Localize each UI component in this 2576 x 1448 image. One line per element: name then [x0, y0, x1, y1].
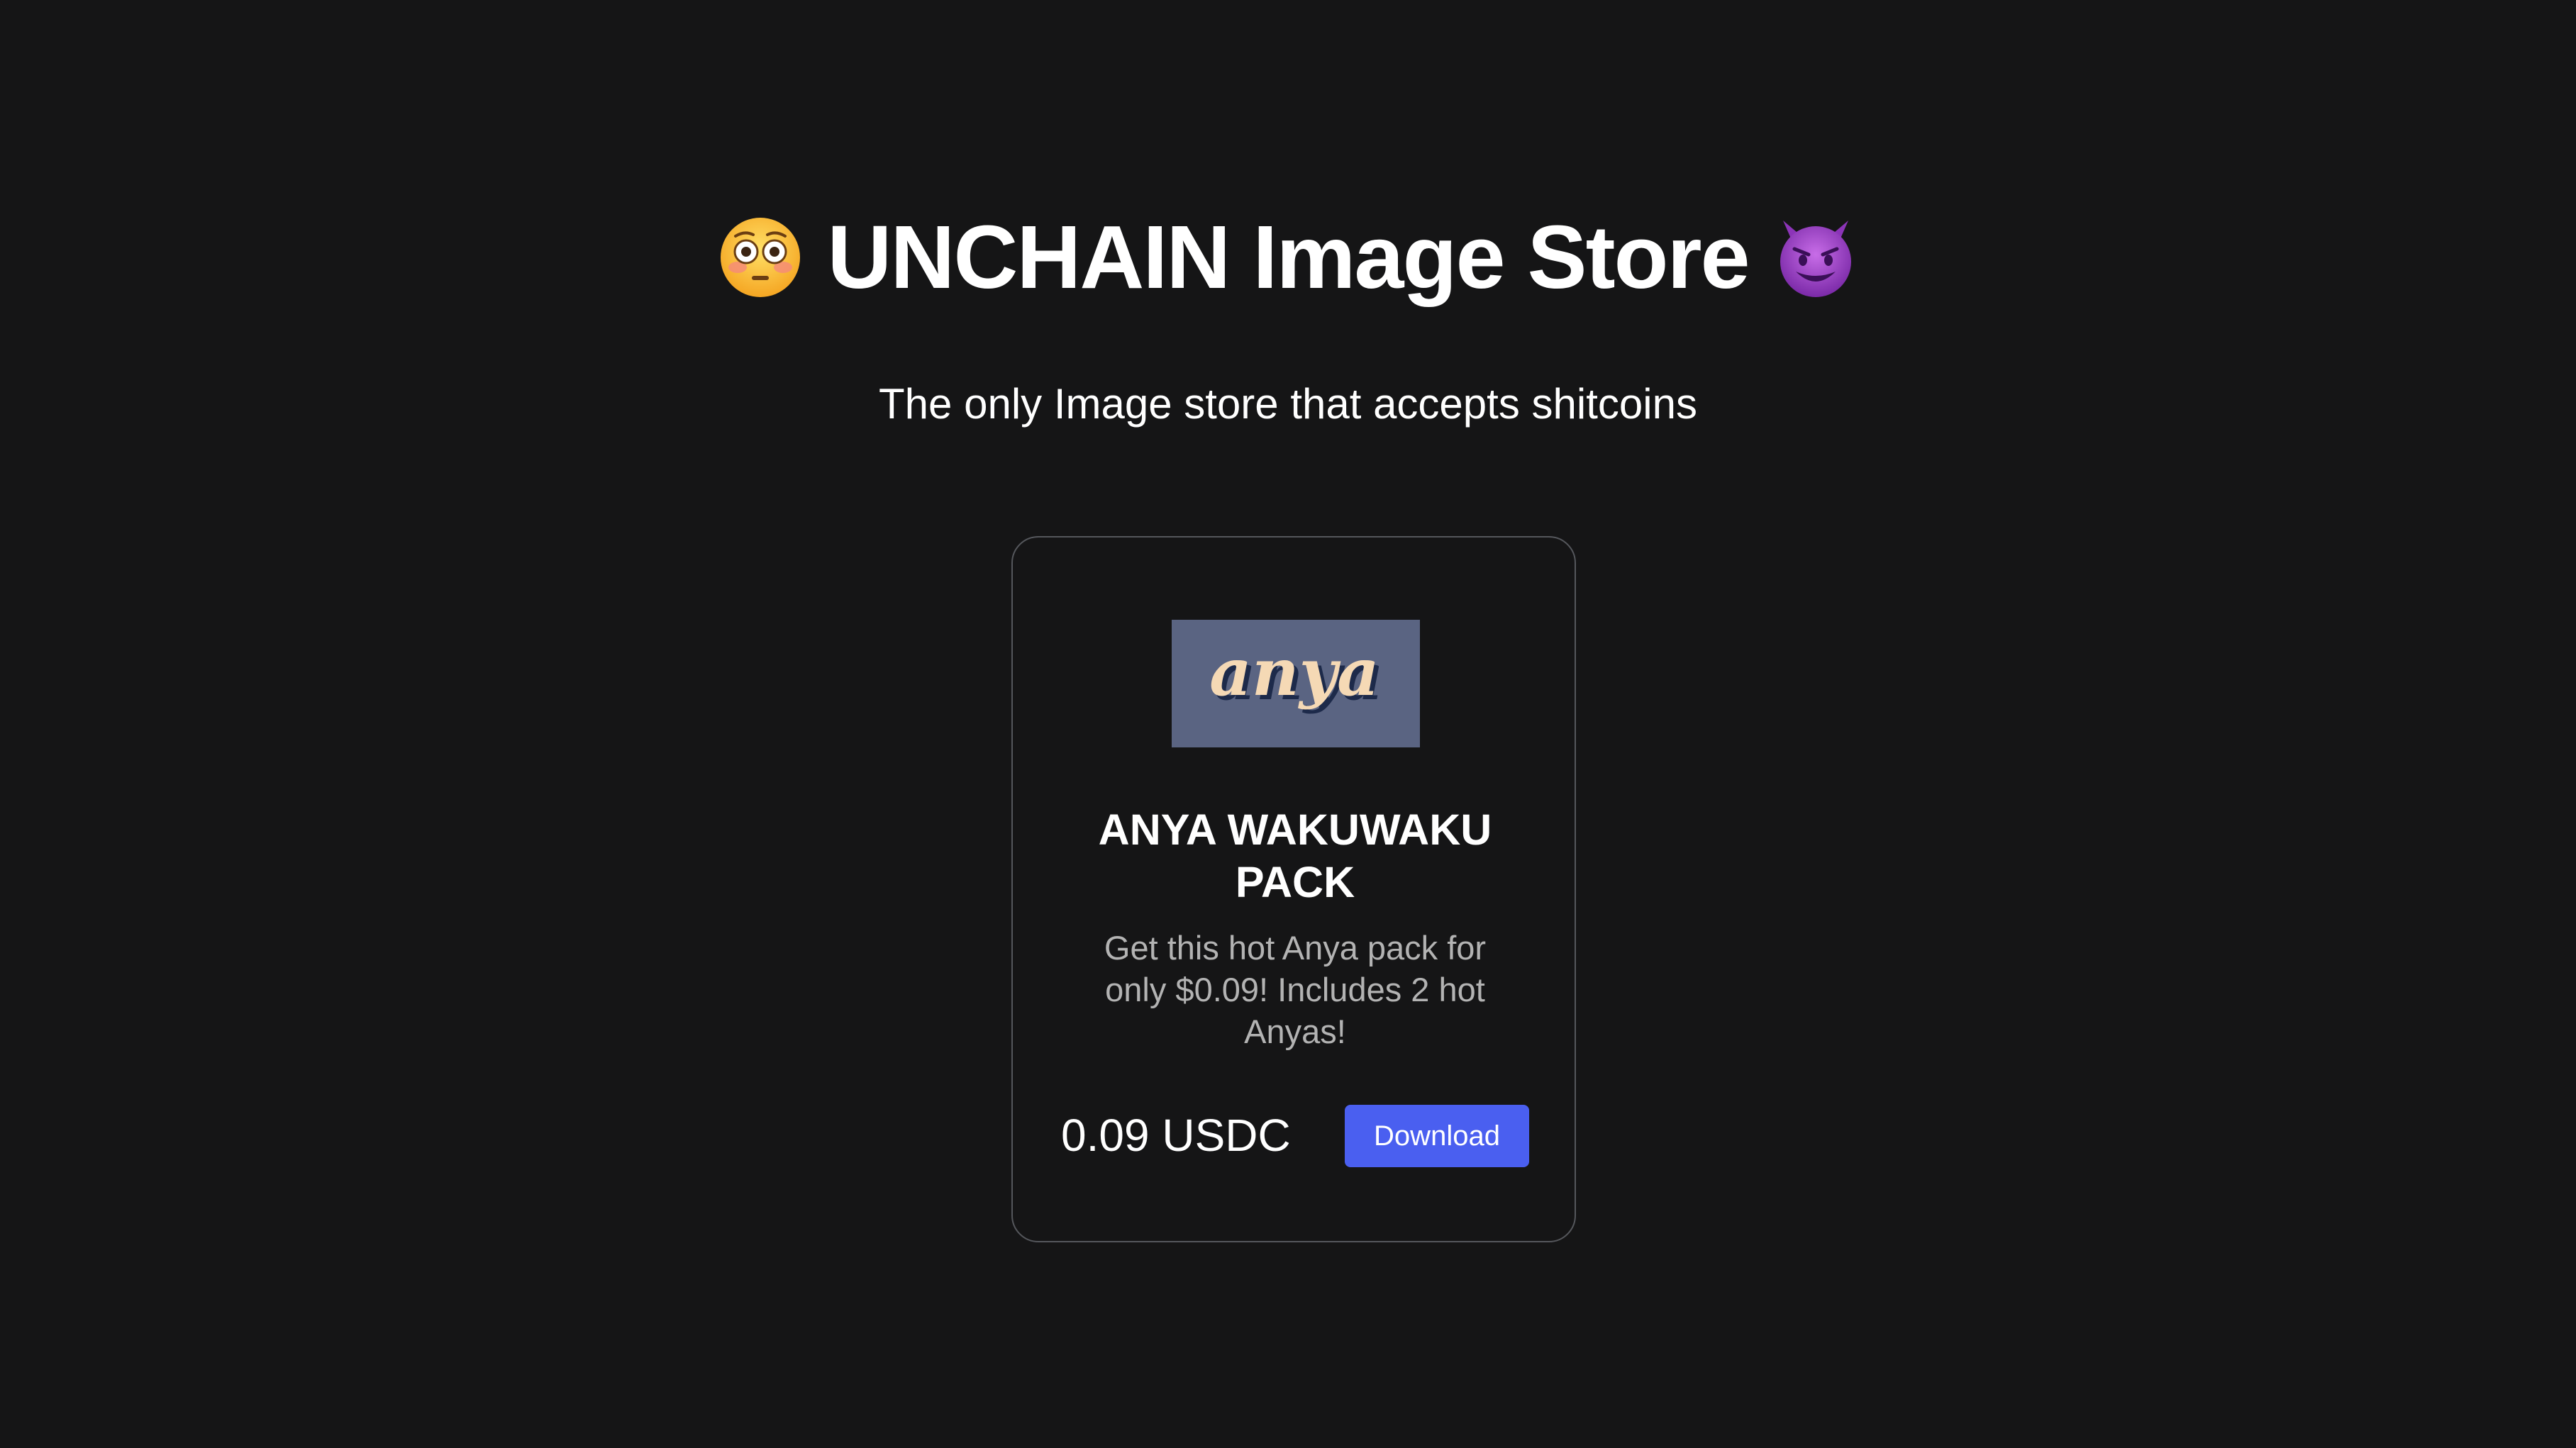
page-header: UNCHAIN Image Store: [0, 213, 2576, 302]
product-name: ANYA WAKUWAKU PACK: [1098, 806, 1492, 906]
smiling-face-with-horns-icon: [1773, 215, 1858, 300]
anya-logo-icon: anya anya: [1209, 634, 1384, 715]
page: UNCHAIN Image Store The only Image store…: [0, 0, 2576, 1448]
page-title: UNCHAIN Image Store: [827, 207, 1750, 307]
flushed-face-icon: [718, 215, 803, 300]
product-image: anya anya: [1172, 620, 1420, 747]
page-subtitle: The only Image store that accepts shitco…: [879, 380, 1697, 428]
product-card: anya anya ANYA WAKUWAKU PACK Get this ho…: [1011, 536, 1576, 1242]
product-description: Get this hot Anya pack for only $0.09! I…: [1104, 929, 1487, 1050]
svg-text:anya: anya: [1209, 634, 1379, 711]
product-price: 0.09 USDC: [1061, 1110, 1291, 1161]
download-button[interactable]: Download: [1345, 1105, 1529, 1167]
